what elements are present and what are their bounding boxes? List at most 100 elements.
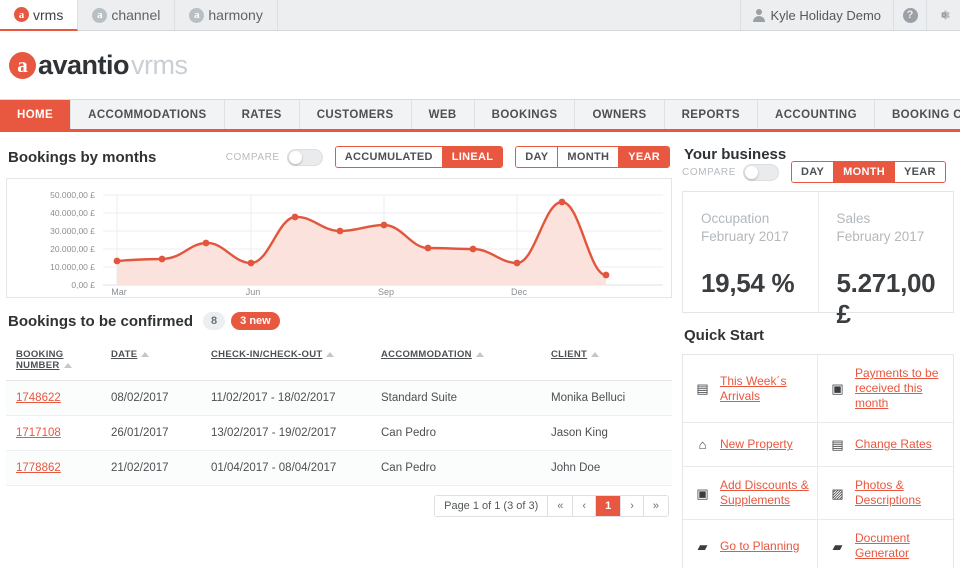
col-client[interactable]: CLIENT xyxy=(541,340,672,381)
product-tab-vrms[interactable]: a vrms xyxy=(0,0,78,31)
avantio-logo[interactable]: a avantio vrms xyxy=(9,50,188,81)
quick-start-payments-to-be-received[interactable]: ▣ Payments to be received this month xyxy=(818,355,953,423)
nav-item-bookings[interactable]: BOOKINGS xyxy=(475,100,576,129)
svg-text:Sep: Sep xyxy=(378,287,394,297)
table-header-row: BOOKING NUMBER DATE CHECK-IN/CHECK-OUT A… xyxy=(6,340,672,381)
help-button[interactable]: ? xyxy=(894,0,927,30)
compare-toggle[interactable] xyxy=(287,149,323,166)
quick-start-go-to-planning[interactable]: ▰ Go to Planning xyxy=(683,520,818,568)
table-row: 1778862 21/02/2017 01/04/2017 - 08/04/20… xyxy=(6,451,672,486)
svg-text:20.000,00 £: 20.000,00 £ xyxy=(50,244,95,254)
bookings-table-body: 1748622 08/02/2017 11/02/2017 - 18/02/20… xyxy=(6,381,672,486)
range-day-button[interactable]: DAY xyxy=(516,147,558,167)
business-compare-group: COMPARE xyxy=(682,164,779,181)
cell-checkin-checkout: 11/02/2017 - 18/02/2017 xyxy=(201,381,371,416)
pagination-next[interactable]: › xyxy=(621,496,644,516)
topbar-spacer xyxy=(278,0,742,30)
col-date[interactable]: DATE xyxy=(101,340,201,381)
cell-booking-number: 1778862 xyxy=(6,451,101,486)
nav-item-booking-calendar[interactable]: BOOKING CALENDAR xyxy=(875,100,960,129)
accumulated-button[interactable]: ACCUMULATED xyxy=(336,147,443,167)
col-label: ACCOMMODATION xyxy=(381,349,472,360)
col-booking-number[interactable]: BOOKING NUMBER xyxy=(6,340,101,381)
range-year-button[interactable]: YEAR xyxy=(619,147,669,167)
table-pagination: Page 1 of 1 (3 of 3) « ‹ 1 › » xyxy=(6,486,672,517)
right-column: Your business COMPARE DAY MONTH YEAR Occ… xyxy=(682,132,954,568)
svg-text:Jun: Jun xyxy=(246,287,261,297)
image-icon: ▨ xyxy=(829,487,846,500)
business-range-buttons: DAY MONTH YEAR xyxy=(791,161,946,183)
banknote-icon: ▣ xyxy=(694,487,711,500)
table-row: 1717108 26/01/2017 13/02/2017 - 19/02/20… xyxy=(6,416,672,451)
business-title: Your business xyxy=(684,146,786,163)
left-column: Bookings by months COMPARE ACCUMULATED L… xyxy=(6,132,672,568)
business-range-month-button[interactable]: MONTH xyxy=(834,162,895,182)
stat-value: 19,54 % xyxy=(701,268,818,299)
booking-number-link[interactable]: 1748622 xyxy=(16,392,61,404)
product-tab-label: vrms xyxy=(33,7,63,23)
table-row: 1748622 08/02/2017 11/02/2017 - 18/02/20… xyxy=(6,381,672,416)
quick-start-photos-descriptions[interactable]: ▨ Photos & Descriptions xyxy=(818,467,953,520)
col-accommodation[interactable]: ACCOMMODATION xyxy=(371,340,541,381)
product-tab-channel[interactable]: a channel xyxy=(78,0,175,30)
cell-client: John Doe xyxy=(541,451,672,486)
bookings-count-badge: 8 xyxy=(203,312,225,330)
stat-value: 5.271,00 £ xyxy=(837,268,954,330)
banknote-icon: ▣ xyxy=(829,382,846,395)
booking-number-link[interactable]: 1717108 xyxy=(16,427,61,439)
col-label: CLIENT xyxy=(551,349,587,360)
pagination-prev[interactable]: ‹ xyxy=(573,496,596,516)
nav-item-web[interactable]: WEB xyxy=(412,100,475,129)
nav-item-accounting[interactable]: ACCOUNTING xyxy=(758,100,875,129)
quick-start-label: Change Rates xyxy=(855,437,932,452)
quick-start-new-property[interactable]: ⌂ New Property xyxy=(683,423,818,467)
quick-start-label: Add Discounts & Supplements xyxy=(720,478,809,508)
pagination-last[interactable]: » xyxy=(644,496,668,516)
nav-item-reports[interactable]: REPORTS xyxy=(665,100,758,129)
stat-label: Sales xyxy=(837,210,954,228)
quick-start-add-discounts-supplements[interactable]: ▣ Add Discounts & Supplements xyxy=(683,467,818,520)
settings-button[interactable] xyxy=(927,0,960,30)
svg-text:0,00 £: 0,00 £ xyxy=(71,280,95,290)
brand-bar: a avantio vrms xyxy=(0,31,960,99)
lineal-button[interactable]: LINEAL xyxy=(443,147,503,167)
nav-item-owners[interactable]: OWNERS xyxy=(575,100,664,129)
pagination-first[interactable]: « xyxy=(548,496,573,516)
col-checkin-checkout[interactable]: CHECK-IN/CHECK-OUT xyxy=(201,340,371,381)
compare-label: COMPARE xyxy=(226,152,280,163)
cell-date: 08/02/2017 xyxy=(101,381,201,416)
avantio-a-icon: a xyxy=(14,7,29,22)
cell-booking-number: 1748622 xyxy=(6,381,101,416)
user-menu[interactable]: Kyle Holiday Demo xyxy=(741,0,894,30)
business-compare-toggle[interactable] xyxy=(743,164,779,181)
business-stats-panel: Occupation February 2017 19,54 % Sales F… xyxy=(682,191,954,313)
business-range-day-button[interactable]: DAY xyxy=(792,162,834,182)
business-controls: COMPARE DAY MONTH YEAR xyxy=(682,161,954,191)
cell-client: Monika Belluci xyxy=(541,381,672,416)
quick-start-this-weeks-arrivals[interactable]: ▤ This Week´s Arrivals xyxy=(683,355,818,423)
sort-caret-icon xyxy=(591,352,599,357)
bookings-chart-header: Bookings by months COMPARE ACCUMULATED L… xyxy=(6,132,672,178)
pagination-page-1[interactable]: 1 xyxy=(596,496,621,516)
business-range-year-button[interactable]: YEAR xyxy=(895,162,945,182)
home-icon: ⌂ xyxy=(694,438,711,451)
quick-start-document-generator[interactable]: ▰ Document Generator xyxy=(818,520,953,568)
nav-item-customers[interactable]: CUSTOMERS xyxy=(300,100,412,129)
help-circle-icon: ? xyxy=(903,8,918,23)
quick-start-label: Go to Planning xyxy=(720,539,799,554)
range-month-button[interactable]: MONTH xyxy=(558,147,619,167)
nav-item-accommodations[interactable]: ACCOMMODATIONS xyxy=(71,100,224,129)
quick-start-panel: ▤ This Week´s Arrivals ▣ Payments to be … xyxy=(682,354,954,568)
quick-start-title: Quick Start xyxy=(684,327,764,344)
nav-item-rates[interactable]: RATES xyxy=(225,100,300,129)
quick-start-label: New Property xyxy=(720,437,793,452)
nav-item-home[interactable]: HOME xyxy=(0,100,71,129)
quick-start-change-rates[interactable]: ▤ Change Rates xyxy=(818,423,953,467)
product-tab-harmony[interactable]: a harmony xyxy=(175,0,277,30)
pagination-summary: Page 1 of 1 (3 of 3) xyxy=(435,496,548,516)
briefcase-icon: ▰ xyxy=(829,540,846,553)
cell-date: 26/01/2017 xyxy=(101,416,201,451)
chart-svg: 50.000,00 £ 40.000,00 £ 30.000,00 £ 20.0… xyxy=(7,179,671,297)
booking-number-link[interactable]: 1778862 xyxy=(16,462,61,474)
cell-client: Jason King xyxy=(541,416,672,451)
